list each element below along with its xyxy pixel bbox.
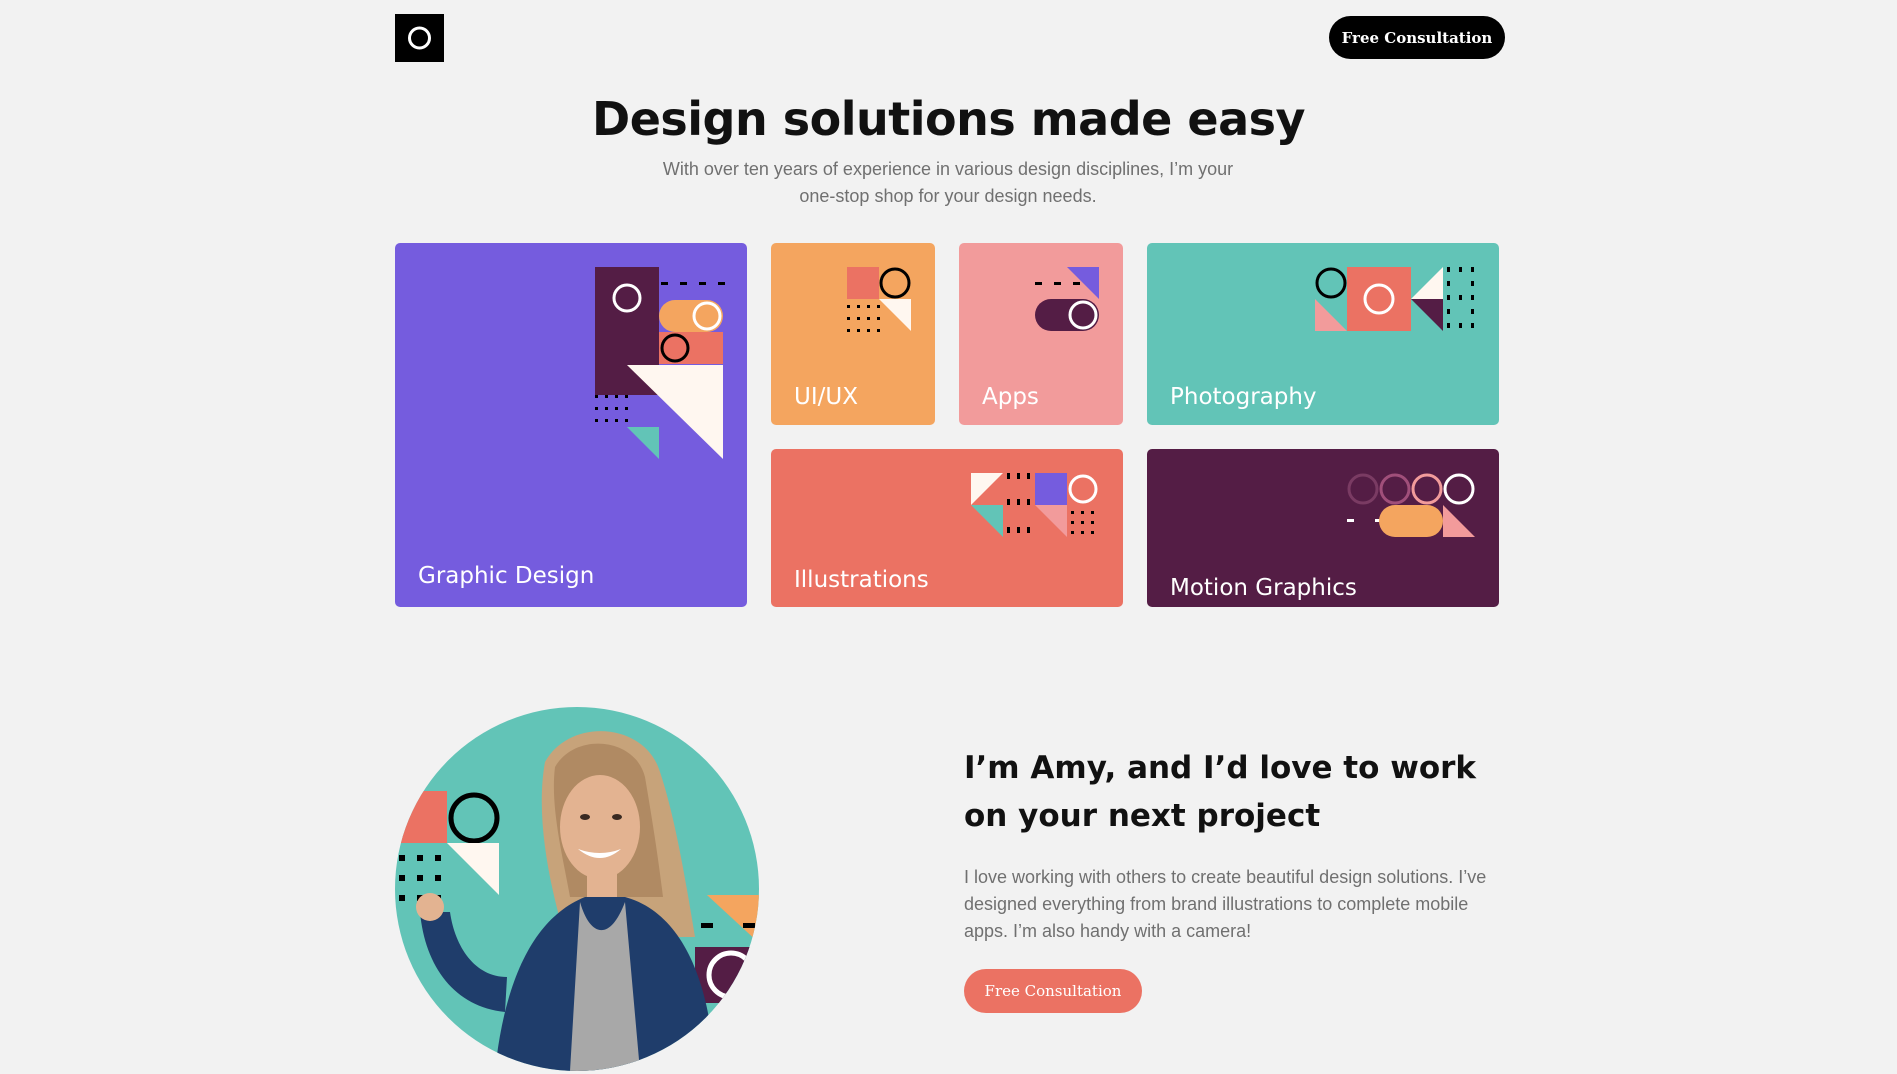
service-tile-photography[interactable]: Photography (1147, 243, 1499, 425)
service-tile-illustrations[interactable]: Illustrations (771, 449, 1123, 607)
page: Free Consultation Design solutions made … (0, 0, 1897, 1074)
service-label: Apps (982, 384, 1039, 410)
amy-portrait (395, 707, 759, 1071)
service-tile-motion-graphics[interactable]: Motion Graphics (1147, 449, 1499, 607)
service-label: Motion Graphics (1170, 575, 1357, 601)
about-title: I’m Amy, and I’d love to work on your ne… (964, 750, 1477, 834)
free-consultation-button-secondary[interactable]: Free Consultation (964, 969, 1142, 1013)
service-label: Photography (1170, 384, 1317, 410)
service-tile-uiux[interactable]: UI/UX (771, 243, 935, 425)
service-label: UI/UX (794, 384, 858, 410)
hero-title: Design solutions made easy (592, 92, 1305, 146)
service-label: Illustrations (794, 567, 929, 593)
service-tile-graphic-design[interactable]: Graphic Design (395, 243, 747, 607)
free-consultation-button[interactable]: Free Consultation (1329, 16, 1505, 59)
service-label: Graphic Design (418, 563, 595, 589)
about-text: I love working with others to create bea… (964, 867, 1487, 941)
hero-subtitle: With over ten years of experience in var… (662, 159, 1234, 206)
graphic-design-shapes-icon (595, 267, 725, 459)
ring-logo-icon[interactable] (395, 14, 444, 62)
service-tile-apps[interactable]: Apps (959, 243, 1123, 425)
